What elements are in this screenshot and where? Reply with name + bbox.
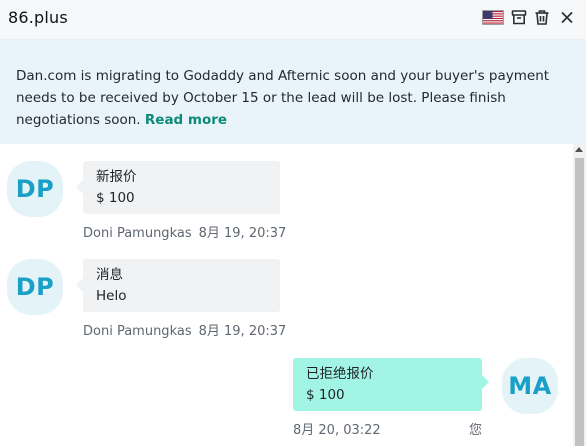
trash-icon[interactable] (534, 9, 550, 26)
sender-name: Doni Pamungkas (83, 226, 192, 241)
sender-name: Doni Pamungkas (83, 324, 192, 339)
message-meta: Doni Pamungkas 8月 19, 20:37 (83, 222, 286, 241)
message-time: 8月 19, 20:37 (198, 226, 287, 241)
notice-message: Dan.com is migrating to Godaddy and Afte… (16, 68, 550, 128)
sender-avatar: DP (7, 259, 63, 315)
sender-avatar: DP (7, 161, 63, 217)
rejected-offer-bubble: 已拒绝报价 $ 100 (293, 358, 489, 411)
message-title: 已拒绝报价 (306, 366, 374, 382)
archive-icon[interactable] (511, 9, 527, 26)
offer-message-bubble: 新报价 $ 100 (76, 161, 280, 214)
message-time: 8月 19, 20:37 (198, 324, 287, 339)
message-title: 消息 (96, 267, 123, 283)
my-avatar: MA (502, 358, 558, 414)
message-thread: DP 新报价 $ 100 Doni Pamungkas 8月 19, 20:37 … (0, 144, 573, 446)
message-time: 8月 20, 03:22 (293, 423, 381, 438)
message-title: 新报价 (96, 169, 137, 185)
domain-title: 86.plus (8, 8, 68, 27)
thread-scrollbar[interactable] (573, 144, 586, 446)
text-message-bubble: 消息 Helo (76, 259, 280, 312)
close-icon[interactable] (559, 9, 575, 26)
header-bar: 86.plus (0, 0, 586, 40)
message-body: Helo (96, 288, 127, 304)
notice-text: Dan.com is migrating to Godaddy and Afte… (16, 65, 572, 131)
read-more-link[interactable]: Read more (145, 112, 227, 128)
message-body: $ 100 (96, 190, 135, 206)
us-flag-icon[interactable] (482, 10, 504, 25)
scroll-up-arrow-icon[interactable] (575, 147, 583, 152)
message-meta: Doni Pamungkas 8月 19, 20:37 (83, 320, 286, 339)
scroll-thumb[interactable] (575, 158, 584, 446)
sender-you-label: 您 (469, 423, 483, 438)
message-body: $ 100 (306, 387, 345, 403)
migration-notice: Dan.com is migrating to Godaddy and Afte… (0, 40, 586, 144)
